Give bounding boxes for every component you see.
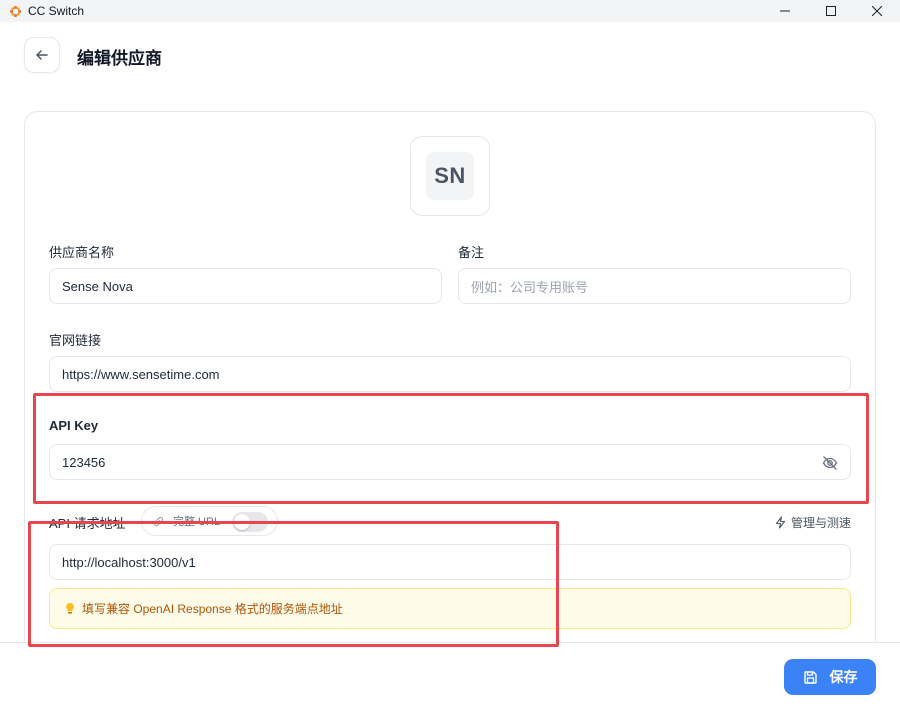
provider-avatar: SN — [426, 152, 474, 200]
provider-avatar-frame[interactable]: SN — [410, 136, 490, 216]
manage-speedtest-link[interactable]: 管理与测速 — [774, 514, 851, 531]
page-title: 编辑供应商 — [77, 49, 162, 68]
provider-name-label: 供应商名称 — [49, 245, 115, 260]
footer-bar — [0, 642, 900, 711]
save-button[interactable]: 保存 — [784, 659, 876, 695]
window-title: CC Switch — [28, 4, 85, 18]
website-input[interactable]: https://www.sensetime.com — [49, 356, 851, 392]
annotation-box-api-url — [28, 521, 559, 647]
annotation-box-api-key — [33, 393, 869, 504]
window-controls — [762, 0, 900, 22]
save-button-label: 保存 — [829, 669, 858, 685]
manage-speedtest-label: 管理与测速 — [790, 516, 851, 530]
lightning-icon — [774, 516, 787, 529]
note-label: 备注 — [458, 245, 485, 260]
save-icon — [803, 670, 818, 685]
provider-name-value: Sense Nova — [62, 278, 133, 294]
app-logo-icon — [9, 5, 22, 18]
note-placeholder: 例如：公司专用账号 — [471, 279, 589, 295]
arrow-left-icon — [35, 48, 49, 62]
provider-name-input[interactable]: Sense Nova — [49, 268, 442, 304]
note-input[interactable]: 例如：公司专用账号 — [458, 268, 851, 304]
website-value: https://www.sensetime.com — [62, 366, 220, 382]
close-button[interactable] — [854, 0, 900, 22]
title-bar: CC Switch — [0, 0, 900, 22]
back-button[interactable] — [24, 37, 60, 73]
minimize-button[interactable] — [762, 0, 808, 22]
website-label: 官网链接 — [49, 333, 102, 348]
maximize-button[interactable] — [808, 0, 854, 22]
